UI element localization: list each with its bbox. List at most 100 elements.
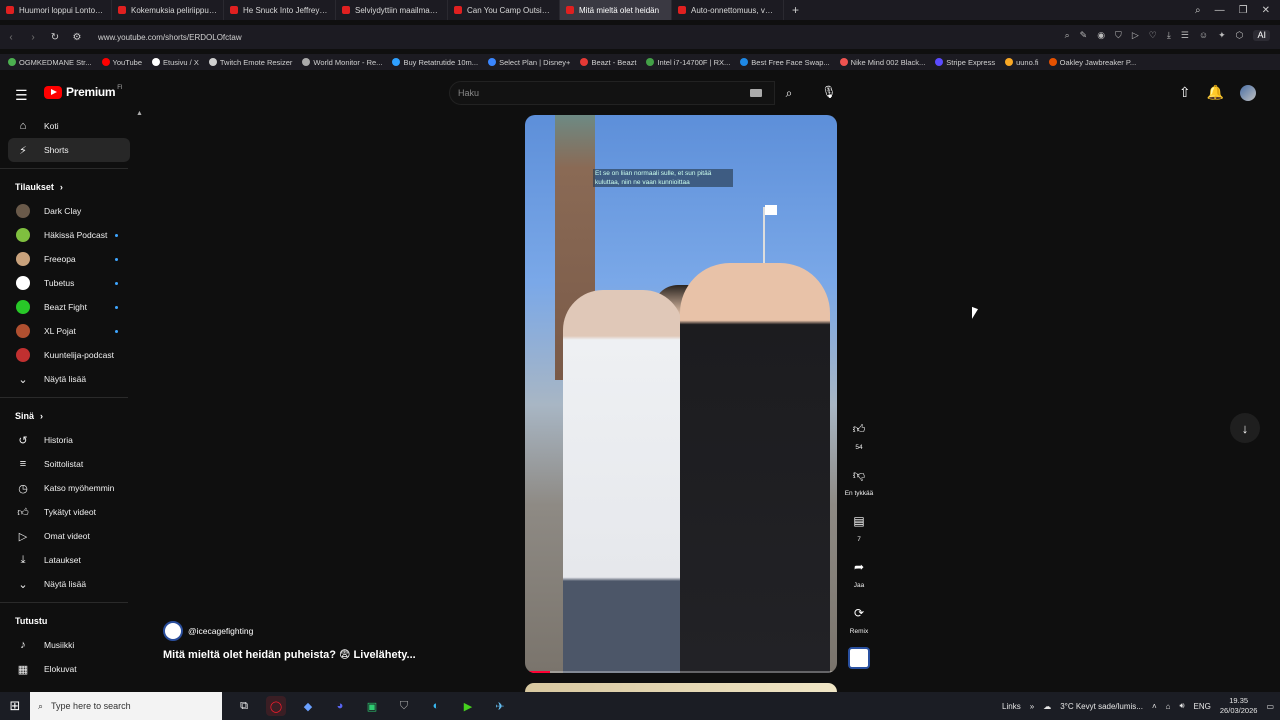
chevron-icon[interactable]: » — [1030, 702, 1034, 711]
download-icon[interactable]: ⤓ — [1167, 30, 1171, 41]
subscription-item[interactable]: Tubetus — [0, 271, 140, 295]
subscription-item[interactable]: Häkissä Podcast — [0, 223, 140, 247]
ai-button[interactable]: AI — [1253, 30, 1270, 41]
bookmark-item[interactable]: OGMKEDMANE Str... — [8, 58, 92, 67]
language-indicator[interactable]: ENG — [1194, 702, 1211, 711]
keyboard-icon[interactable] — [750, 89, 762, 97]
back-button[interactable]: ‹ — [0, 32, 22, 43]
remix-button[interactable]: ⟳ — [845, 599, 873, 627]
bookmark-item[interactable]: Etusivu / X — [152, 58, 199, 67]
dislike-button[interactable]: 👎︎ — [845, 461, 873, 489]
voice-search-button[interactable]: 🎙 — [818, 81, 840, 103]
clock[interactable]: 19.35 26/03/2026 — [1220, 696, 1258, 716]
subs-show-more[interactable]: ⌄ Näytä lisää — [0, 367, 140, 391]
bookmark-item[interactable]: Intel i7-14700F | RX... — [646, 58, 730, 67]
channel-avatar[interactable] — [163, 621, 183, 641]
shield-app-icon[interactable]: ⛉ — [394, 696, 414, 716]
guide-menu-icon[interactable]: ☰ — [15, 87, 28, 104]
forward-button[interactable]: › — [22, 32, 44, 43]
bookmark-item[interactable]: Oakley Jawbreaker P... — [1048, 58, 1136, 67]
browser-tab[interactable]: Selviydyttiin maailman vaaral — [336, 0, 448, 20]
bookmark-item[interactable]: Beazt - Beazt — [580, 58, 636, 67]
zoom-icon[interactable]: ⌕ — [1065, 30, 1070, 41]
browser-tab[interactable]: He Snuck Into Jeffrey Epstein — [224, 0, 336, 20]
volume-icon[interactable]: 🔊︎ — [1180, 701, 1185, 711]
play-app-icon[interactable]: ▶ — [458, 696, 478, 716]
site-info-icon[interactable]: ⚙ — [66, 32, 88, 43]
reload-button[interactable]: ↻ — [44, 32, 66, 43]
sidebar-item-musiikki[interactable]: ♪ Musiikki — [0, 633, 140, 657]
heart-icon[interactable]: ♡ — [1149, 30, 1157, 41]
maximize-button[interactable]: ❐ — [1239, 5, 1248, 16]
taskbar-search-input[interactable]: ⌕ Type here to search — [30, 692, 222, 720]
copilot-icon[interactable]: ◆ — [298, 696, 318, 716]
you-heading[interactable]: Sinä › — [0, 404, 148, 428]
subscription-item[interactable]: Kuuntelija-podcast — [0, 343, 140, 367]
sidebar-item-elokuvat[interactable]: ▦ Elokuvat — [0, 657, 140, 681]
youtube-logo[interactable]: Premium FI — [44, 85, 123, 99]
notification-icon[interactable]: ▭ — [1266, 702, 1274, 711]
browser-tab[interactable]: Auto-onnettomuus, vastaa — [672, 0, 784, 20]
channel-handle[interactable]: @icecagefighting — [188, 626, 253, 636]
network-icon[interactable]: ⌂ — [1166, 702, 1171, 711]
bookmark-item[interactable]: YouTube — [101, 58, 142, 67]
windows-start-icon[interactable]: ⊞ — [0, 698, 30, 714]
cube-icon[interactable]: ⬡ — [1236, 30, 1244, 41]
sidebar-item-tykätyt-videot[interactable]: 👍︎ Tykätyt videot — [0, 500, 140, 524]
minimize-button[interactable]: — — [1215, 5, 1225, 16]
opera-icon[interactable]: ◯ — [266, 696, 286, 716]
sidebar-item-shorts[interactable]: ⚡ Shorts — [8, 138, 130, 162]
bookmark-item[interactable]: Buy Retatrutide 10m... — [392, 58, 478, 67]
sidebar-item-soittolistat[interactable]: ≡ Soittolistat — [0, 452, 140, 476]
avatar[interactable] — [1240, 84, 1256, 101]
bookmark-item[interactable]: Stripe Express — [935, 58, 995, 67]
task-view-icon[interactable]: ⧉ — [234, 696, 254, 716]
upload-icon[interactable]: ⇧ — [1179, 84, 1191, 101]
sidebar-item-katso-myöhemmin[interactable]: ◷ Katso myöhemmin — [0, 476, 140, 500]
next-short-button[interactable]: ↓ — [1230, 413, 1260, 443]
search-button[interactable]: ⌕ — [775, 81, 803, 105]
bookmark-item[interactable]: Best Free Face Swap... — [740, 58, 830, 67]
browser-tab[interactable]: Kokemuksia peliriippuvuudesta — [112, 0, 224, 20]
subscription-item[interactable]: Dark Clay — [0, 199, 140, 223]
bookmark-item[interactable]: uuno.fi — [1005, 58, 1039, 67]
sidebar-item-lataukset[interactable]: ⤓ Lataukset — [0, 548, 140, 572]
search-input[interactable]: Haku — [449, 81, 775, 105]
search-tabs-icon[interactable]: ⌕ — [1195, 5, 1201, 16]
extension-icon[interactable]: ✦ — [1218, 30, 1226, 41]
shield-icon[interactable]: ⛉ — [1115, 30, 1122, 41]
video-progress-bar[interactable] — [525, 671, 837, 673]
browser-tab[interactable]: Mitä mieltä olet heidän — [560, 0, 672, 20]
steam-icon[interactable]: ✈ — [490, 696, 510, 716]
bookmark-item[interactable]: World Monitor - Re... — [302, 58, 382, 67]
channel-info[interactable]: @icecagefighting — [163, 621, 253, 641]
browser-tab[interactable]: Can You Camp Outside New — [448, 0, 560, 20]
menu-icon[interactable]: ☰ — [1181, 30, 1189, 41]
subscription-item[interactable]: Freeopa — [0, 247, 140, 271]
bell-icon[interactable]: 🔔 — [1207, 84, 1224, 101]
chat-app-icon[interactable]: ▣ — [362, 696, 382, 716]
short-video-player[interactable]: Et se on liian normaali sulle, et sun pi… — [525, 115, 837, 673]
short-title[interactable]: Mitä mieltä olet heidän puheista? 😨 Live… — [163, 648, 416, 661]
edge-icon[interactable]: ◐ — [426, 696, 446, 716]
channel-thumbnail[interactable] — [848, 647, 870, 669]
play-icon[interactable]: ▷ — [1132, 30, 1139, 41]
close-window-button[interactable]: ✕ — [1262, 5, 1270, 16]
sidebar-item-koti[interactable]: ⌂ Koti — [0, 114, 140, 138]
sidebar-item-omat-videot[interactable]: ▷ Omat videot — [0, 524, 140, 548]
like-button[interactable]: 👍︎ — [845, 415, 873, 443]
subscriptions-heading[interactable]: Tilaukset › — [0, 175, 148, 199]
camera-icon[interactable]: ◉ — [1097, 30, 1105, 41]
subscription-item[interactable]: XL Pojat — [0, 319, 140, 343]
new-tab-button[interactable]: + — [784, 3, 807, 17]
sidebar-item-historia[interactable]: ↺ Historia — [0, 428, 140, 452]
share-button[interactable]: ➦ — [845, 553, 873, 581]
discord-icon[interactable]: ◕ — [330, 696, 350, 716]
bookmark-item[interactable]: Select Plan | Disney+ — [488, 58, 570, 67]
url-field[interactable]: www.youtube.com/shorts/ERDOLOfctaw — [98, 33, 242, 42]
weather-icon[interactable]: ☁ — [1043, 702, 1051, 711]
tray-expand-icon[interactable]: ˄ — [1152, 702, 1157, 711]
edit-icon[interactable]: ✎ — [1080, 30, 1088, 41]
browser-tab[interactable]: Huumori loppui Lontoossa — [0, 0, 112, 20]
bookmark-item[interactable]: Nike Mind 002 Black... — [839, 58, 925, 67]
